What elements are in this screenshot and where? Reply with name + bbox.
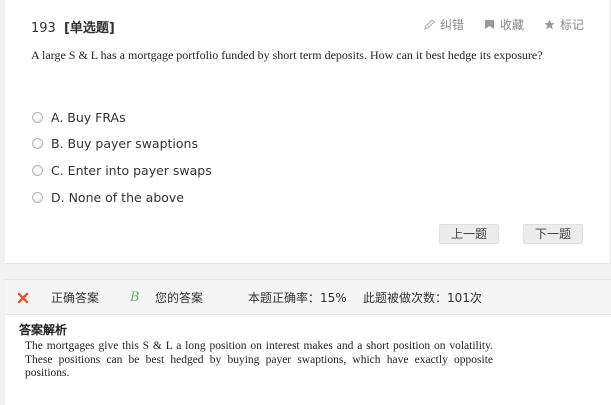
- explanation-title: 答案解析: [19, 323, 68, 337]
- correct-answer-label: 正确答案: [51, 291, 100, 305]
- option-c[interactable]: C. Enter into payer swaps: [31, 157, 212, 184]
- favorite-button[interactable]: 收藏: [484, 16, 524, 33]
- answer-summary-bar: 正确答案 B 您的答案 本题正确率：15% 此题被做次数：101次: [5, 279, 611, 315]
- question-card: 193 [单选题] 纠错 收藏 标记 A large S & L has a m…: [5, 0, 611, 264]
- pencil-icon: [424, 19, 435, 30]
- explanation-text: The mortgages give this S & L a long pos…: [25, 340, 493, 379]
- report-error-button[interactable]: 纠错: [424, 16, 464, 33]
- attempt-count: 此题被做次数：101次: [363, 291, 482, 305]
- question-number: 193: [31, 21, 56, 36]
- option-label: B. Buy payer swaptions: [51, 136, 198, 152]
- answer-card: 正确答案 B 您的答案 本题正确率：15% 此题被做次数：101次 答案解析 T…: [5, 279, 611, 405]
- question-toolbar: 纠错 收藏 标记: [424, 16, 584, 33]
- radio-button[interactable]: [32, 191, 43, 203]
- question-type: [单选题]: [63, 21, 115, 36]
- your-answer-value: B: [130, 290, 140, 305]
- option-d[interactable]: D. None of the above: [31, 184, 212, 211]
- radio-button[interactable]: [32, 164, 43, 176]
- option-label: D. None of the above: [51, 189, 184, 205]
- option-b[interactable]: B. Buy payer swaptions: [31, 131, 212, 158]
- mark-label: 标记: [559, 18, 584, 32]
- correct-rate: 本题正确率：15%: [248, 291, 347, 305]
- next-question-button[interactable]: 下一题: [523, 224, 583, 244]
- option-label: C. Enter into payer swaps: [51, 162, 212, 178]
- question-header: 193 [单选题]: [31, 17, 115, 36]
- option-label: A. Buy FRAs: [51, 109, 126, 125]
- options-list: A. Buy FRAs B. Buy payer swaptions C. En…: [31, 104, 212, 210]
- radio-button[interactable]: [32, 138, 43, 150]
- question-text: A large S & L has a mortgage portfolio f…: [31, 48, 543, 62]
- prev-question-button[interactable]: 上一题: [439, 224, 499, 244]
- option-a[interactable]: A. Buy FRAs: [31, 104, 212, 131]
- radio-button[interactable]: [32, 111, 43, 123]
- star-icon: [544, 19, 555, 30]
- report-error-label: 纠错: [439, 18, 464, 32]
- wrong-answer-icon: [17, 288, 31, 306]
- bookmark-icon: [484, 19, 495, 30]
- mark-button[interactable]: 标记: [544, 16, 584, 33]
- your-answer-label: 您的答案: [155, 291, 204, 305]
- favorite-label: 收藏: [499, 18, 524, 32]
